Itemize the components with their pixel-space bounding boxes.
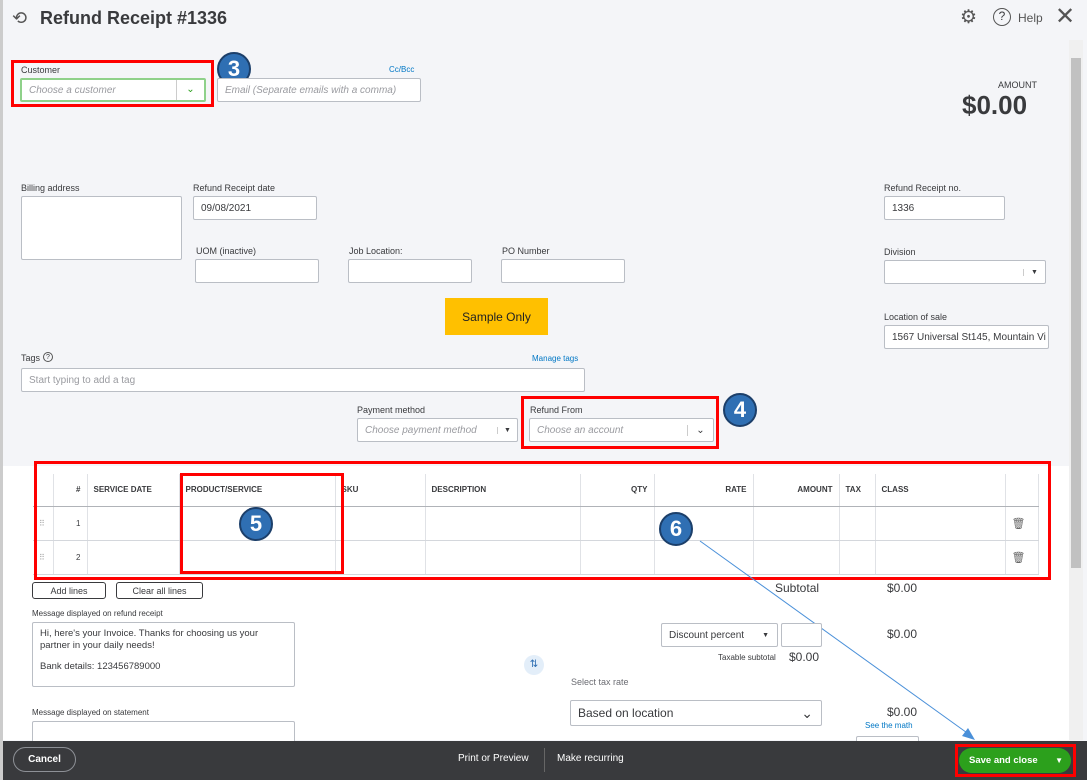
statement-message-label: Message displayed on statement (32, 708, 149, 717)
scrollbar-thumb[interactable] (1071, 58, 1081, 568)
receipt-message-line: Hi, here's your Invoice. Thanks for choo… (40, 628, 259, 651)
add-lines-button[interactable]: Add lines (32, 582, 106, 599)
footer-bar (3, 741, 1087, 780)
discount-type-select[interactable]: Discount percent ▼ (661, 623, 778, 647)
discount-type-value: Discount percent (669, 629, 745, 641)
tax-value: $0.00 (887, 705, 918, 719)
sort-toggle-icon[interactable]: ⇅ (524, 655, 544, 675)
subtotal-value: $0.00 (887, 581, 918, 595)
annotation-box-save (955, 744, 1076, 777)
tax-rate-select[interactable]: Based on location ⌄ (570, 700, 822, 726)
clear-all-lines-button[interactable]: Clear all lines (116, 582, 203, 599)
subtotal-label: Subtotal (775, 581, 820, 595)
tax-rate-label: Select tax rate (571, 677, 629, 687)
receipt-message-label: Message displayed on refund receipt (32, 609, 163, 618)
taxable-subtotal-value: $0.00 (789, 650, 820, 664)
tax-rate-value: Based on location (578, 706, 674, 720)
receipt-message-textarea[interactable]: Hi, here's your Invoice. Thanks for choo… (32, 622, 295, 687)
print-preview-button[interactable]: Print or Preview (458, 753, 529, 764)
cancel-button[interactable]: Cancel (13, 747, 76, 772)
receipt-message-line: Bank details: 123456789000 (40, 661, 161, 672)
caret-down-icon: ▼ (762, 631, 769, 639)
see-the-math-link[interactable]: See the math (865, 721, 913, 730)
make-recurring-button[interactable]: Make recurring (557, 753, 624, 764)
taxable-subtotal-label: Taxable subtotal (718, 653, 776, 662)
scrollbar[interactable] (1069, 40, 1083, 740)
footer-divider (544, 748, 545, 772)
chevron-down-icon: ⌄ (801, 704, 813, 721)
discount-value: $0.00 (887, 627, 918, 641)
discount-input[interactable] (781, 623, 822, 647)
